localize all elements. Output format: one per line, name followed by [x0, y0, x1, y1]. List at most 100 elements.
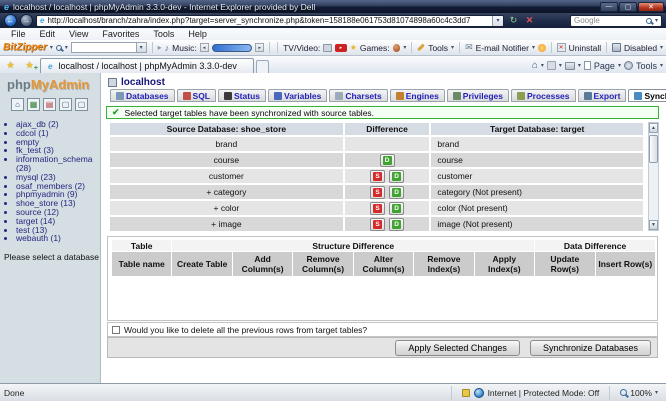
server-name[interactable]: localhost	[121, 77, 165, 88]
phpmyadmin-logo[interactable]: phpMyAdmin	[0, 73, 100, 92]
diff-d-button[interactable]: D	[389, 218, 404, 231]
stop-button[interactable]: ✕	[523, 15, 536, 26]
browser-tools-button[interactable]: Tools	[636, 61, 657, 71]
tab-sql[interactable]: SQL	[177, 89, 216, 102]
minimize-button[interactable]: —	[600, 2, 618, 12]
email-notifier-label[interactable]: E-mail Notifier	[476, 43, 529, 53]
diff-d-button[interactable]: D	[389, 170, 404, 183]
scroll-down-icon[interactable]: ▼	[649, 220, 658, 230]
games-label[interactable]: Games:	[360, 43, 390, 53]
tab-export[interactable]: Export	[578, 89, 627, 102]
toolbar-tools-label[interactable]: Tools	[428, 43, 448, 53]
search-dropdown-icon[interactable]: ▾	[655, 17, 658, 24]
close-button[interactable]: ✕	[638, 2, 664, 12]
source-table-cell[interactable]: customer	[110, 169, 343, 183]
sidebar-db-item[interactable]: information_schema (28)	[16, 155, 100, 173]
mysql-docs-icon[interactable]: ▢	[75, 98, 88, 111]
music-label[interactable]: Music:	[172, 43, 197, 53]
menu-edit[interactable]: Edit	[33, 29, 63, 39]
source-table-cell[interactable]: + color	[110, 201, 343, 215]
home-icon[interactable]: ⌂	[532, 60, 538, 71]
browser-tools-dropdown-icon[interactable]: ▾	[660, 62, 663, 69]
video-icon[interactable]: ▸	[335, 44, 347, 52]
diff-d-button[interactable]: D	[389, 202, 404, 215]
search-input[interactable]: Google ▾	[570, 15, 662, 27]
bitzipper-dropdown-icon[interactable]: ▾	[50, 44, 53, 51]
email-dropdown-icon[interactable]: ▾	[532, 44, 535, 51]
play-icon[interactable]: ▸	[158, 43, 162, 52]
source-table-cell[interactable]: brand	[110, 137, 343, 151]
bitzipper-logo[interactable]: BitZipper	[3, 42, 47, 53]
source-table-cell[interactable]: course	[110, 153, 343, 167]
search-icon[interactable]	[646, 18, 652, 24]
disabled-label[interactable]: Disabled	[624, 43, 657, 53]
tv-video-label[interactable]: TV/Video:	[283, 43, 320, 53]
tab-processes[interactable]: Processes	[511, 89, 576, 102]
menu-view[interactable]: View	[62, 29, 95, 39]
address-input[interactable]: e http://localhost/branch/zahra/index.ph…	[36, 15, 504, 27]
feeds-icon[interactable]	[547, 61, 556, 70]
scroll-thumb[interactable]	[649, 135, 658, 163]
scroll-up-icon[interactable]: ▲	[649, 123, 658, 133]
synchronize-databases-button[interactable]: Synchronize Databases	[530, 340, 651, 356]
apply-selected-changes-button[interactable]: Apply Selected Changes	[395, 340, 520, 356]
menu-tools[interactable]: Tools	[146, 29, 181, 39]
volume-down-button[interactable]: ◂	[200, 43, 209, 52]
diff-s-button[interactable]: S	[370, 170, 385, 183]
tab-engines[interactable]: Engines	[390, 89, 445, 102]
sql-window-icon[interactable]: ▤	[43, 98, 56, 111]
zoom-dropdown-icon[interactable]: ▾	[655, 389, 658, 396]
new-tab-button[interactable]	[256, 60, 269, 73]
feeds-dropdown-icon[interactable]: ▾	[559, 62, 562, 69]
volume-up-button[interactable]: ▸	[255, 43, 264, 52]
refresh-button[interactable]: ↻	[507, 15, 520, 26]
disabled-dropdown-icon[interactable]: ▾	[660, 44, 663, 51]
tab-variables[interactable]: Variables	[268, 89, 327, 102]
delete-rows-label[interactable]: Would you like to delete all the previou…	[124, 325, 367, 335]
menu-favorites[interactable]: Favorites	[95, 29, 146, 39]
source-table-cell[interactable]: + category	[110, 185, 343, 199]
delete-rows-checkbox[interactable]	[112, 326, 120, 334]
sidebar-db-item[interactable]: webauth (1)	[16, 234, 100, 243]
toolbar-search-dropdown-icon[interactable]: ▾	[65, 44, 68, 51]
toolbar-search-icon[interactable]	[56, 45, 62, 51]
browser-tab[interactable]: e localhost / localhost | phpMyAdmin 3.3…	[40, 58, 254, 73]
tab-charsets[interactable]: Charsets	[329, 89, 387, 102]
sync-scrollbar[interactable]: ▲ ▼	[648, 122, 659, 231]
home-dropdown-icon[interactable]: ▾	[541, 62, 544, 69]
print-dropdown-icon[interactable]: ▾	[578, 62, 581, 69]
tab-databases[interactable]: Databases	[110, 89, 175, 102]
separator	[269, 42, 270, 53]
diff-d-button[interactable]: D	[389, 186, 404, 199]
address-dropdown-button[interactable]: ▾	[492, 15, 503, 27]
add-favorite-button[interactable]: ★	[21, 58, 38, 72]
volume-slider[interactable]	[212, 44, 253, 52]
tab-synchronize[interactable]: Synchronize	[628, 89, 666, 102]
diff-d-button[interactable]: D	[380, 154, 395, 167]
tools-dropdown-icon[interactable]: ▾	[451, 44, 454, 51]
uninstall-label[interactable]: Uninstall	[569, 43, 602, 53]
diff-s-button[interactable]: S	[370, 186, 385, 199]
toolbar-search-combo[interactable]: ▾	[71, 42, 147, 53]
tab-status[interactable]: Status	[218, 89, 266, 102]
page-button[interactable]: Page	[594, 61, 615, 71]
diff-s-button[interactable]: S	[370, 218, 385, 231]
combo-dropdown-icon[interactable]: ▾	[136, 43, 146, 52]
menu-file[interactable]: File	[4, 29, 33, 39]
page-dropdown-icon[interactable]: ▾	[618, 62, 621, 69]
print-icon[interactable]	[565, 62, 575, 70]
menu-help[interactable]: Help	[181, 29, 214, 39]
game-ball-icon[interactable]	[393, 44, 401, 52]
favorites-button[interactable]: ★	[2, 58, 19, 72]
home-icon[interactable]: ⌂	[11, 98, 24, 111]
tab-privileges[interactable]: Privileges	[447, 89, 509, 102]
games-dropdown-icon[interactable]: ▾	[403, 44, 406, 51]
export-icon[interactable]: ▦	[27, 98, 40, 111]
forward-button[interactable]: →	[20, 14, 33, 27]
back-button[interactable]: ←	[4, 14, 17, 27]
pma-docs-icon[interactable]: ▢	[59, 98, 72, 111]
zoom-control[interactable]: 100% ▾	[609, 386, 662, 400]
source-table-cell[interactable]: + image	[110, 217, 343, 231]
maximize-button[interactable]: ▢	[619, 2, 637, 12]
diff-s-button[interactable]: S	[370, 202, 385, 215]
